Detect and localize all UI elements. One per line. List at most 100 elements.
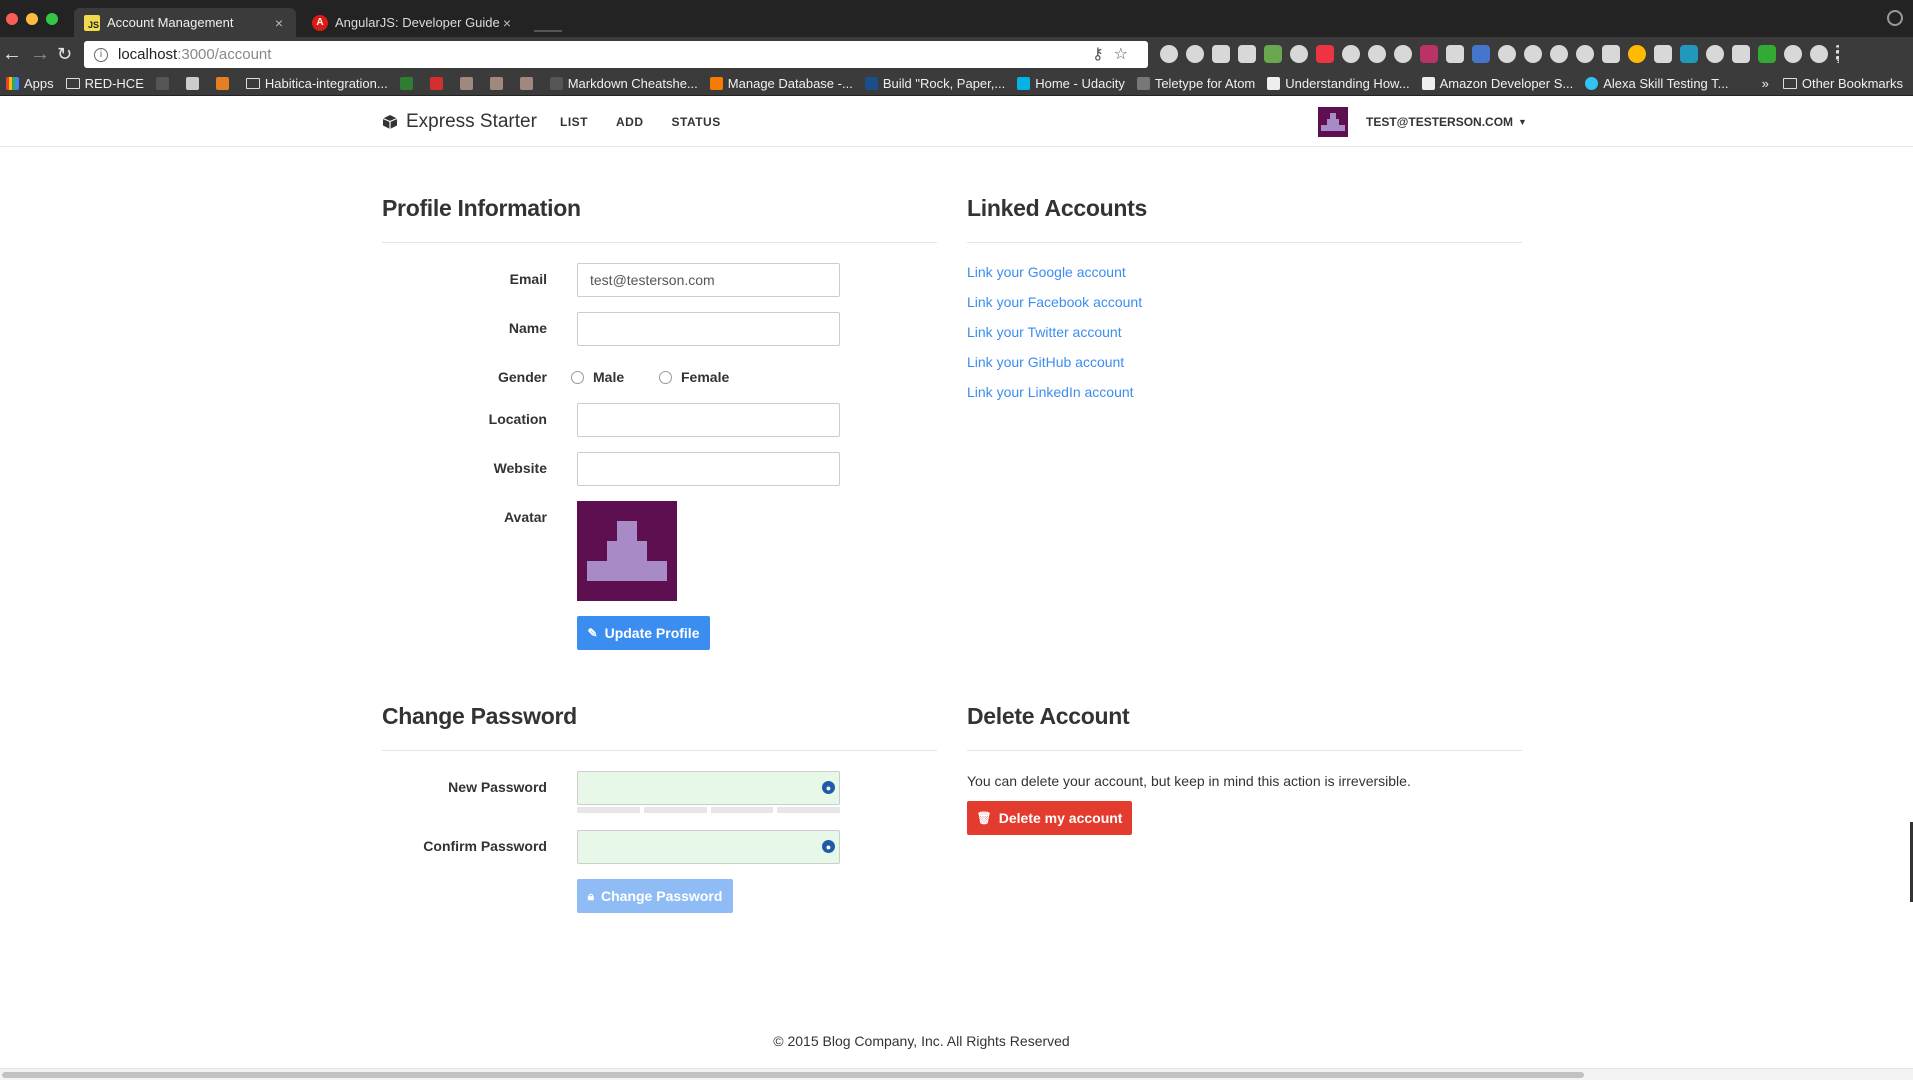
brand-link[interactable]: Express Starter <box>382 111 537 133</box>
bookmark-icon-only[interactable] <box>215 77 234 90</box>
browser-profile-icon[interactable] <box>1887 10 1903 26</box>
bookmark-udacity[interactable]: Home - Udacity <box>1017 76 1125 91</box>
bookmark-icon-only[interactable] <box>429 77 448 90</box>
minimize-window-button[interactable] <box>26 13 38 25</box>
extension-icon[interactable] <box>1654 45 1672 63</box>
radio-circle[interactable] <box>659 370 672 384</box>
extension-icon[interactable] <box>1472 45 1490 63</box>
close-window-button[interactable] <box>6 13 18 25</box>
extension-icon[interactable] <box>1368 45 1386 63</box>
extension-icon[interactable] <box>1238 45 1256 63</box>
bookmark-label: Alexa Skill Testing T... <box>1603 76 1729 91</box>
extension-icon[interactable] <box>1212 45 1230 63</box>
extension-icon[interactable] <box>1758 45 1776 63</box>
bookmark-understanding[interactable]: Understanding How... <box>1267 76 1410 91</box>
website-field[interactable] <box>577 452 840 486</box>
extension-icon[interactable] <box>1628 45 1646 63</box>
bookmark-icon-only[interactable] <box>459 77 478 90</box>
extension-icon[interactable] <box>1784 45 1802 63</box>
link-google-account[interactable]: Link your Google account <box>967 264 1126 280</box>
close-tab-icon[interactable]: × <box>500 15 514 31</box>
maximize-window-button[interactable] <box>46 13 58 25</box>
bookmark-icon-only[interactable] <box>489 77 508 90</box>
address-bar[interactable]: i localhost:3000/account ⚷☆ <box>84 41 1148 68</box>
bookmark-icon-only[interactable] <box>155 77 174 90</box>
lock-icon <box>185 77 199 90</box>
extension-icon[interactable] <box>1576 45 1594 63</box>
nav-link-add[interactable]: ADD <box>616 115 644 129</box>
bookmark-star-icon[interactable]: ⚷☆ <box>1092 44 1138 64</box>
location-field[interactable] <box>577 403 840 437</box>
bookmark-icon-only[interactable] <box>399 77 418 90</box>
gender-label: Gender <box>497 369 547 385</box>
link-facebook-account[interactable]: Link your Facebook account <box>967 294 1142 310</box>
password-manager-icon[interactable]: ● <box>822 840 835 853</box>
radio-circle[interactable] <box>571 370 584 384</box>
password-section-title: Change Password <box>382 703 577 729</box>
bookmark-markdown[interactable]: Markdown Cheatshe... <box>549 76 698 91</box>
link-github-account[interactable]: Link your GitHub account <box>967 354 1124 370</box>
name-field[interactable] <box>577 312 840 346</box>
gender-radio-male[interactable]: Male <box>571 369 624 385</box>
browser-toolbar: ← → ↻ i localhost:3000/account ⚷☆ <box>0 37 1913 72</box>
extension-icon[interactable] <box>1316 45 1334 63</box>
bookmarks-overflow-button[interactable]: » <box>1762 76 1769 91</box>
new-password-field[interactable] <box>577 771 840 805</box>
link-twitter-account[interactable]: Link your Twitter account <box>967 324 1122 340</box>
location-label: Location <box>488 411 547 427</box>
password-manager-icon[interactable]: ● <box>822 781 835 794</box>
extension-icon[interactable] <box>1602 45 1620 63</box>
extension-icon[interactable] <box>1160 45 1178 63</box>
new-tab-button[interactable] <box>534 23 562 32</box>
extension-icon[interactable] <box>1420 45 1438 63</box>
extension-icon[interactable] <box>1680 45 1698 63</box>
other-bookmarks[interactable]: Other Bookmarks <box>1782 76 1903 91</box>
extension-icon[interactable] <box>1810 45 1828 63</box>
delete-account-button[interactable]: 🗑︎ Delete my account <box>967 801 1132 835</box>
tab-account-management[interactable]: JS Account Management × <box>74 8 296 37</box>
extension-icon[interactable] <box>1394 45 1412 63</box>
gender-radio-female[interactable]: Female <box>659 369 729 385</box>
extension-icon[interactable] <box>1706 45 1724 63</box>
bookmark-icon-only[interactable] <box>519 77 538 90</box>
extension-icon[interactable] <box>1290 45 1308 63</box>
github-icon <box>549 77 563 90</box>
tab-angularjs-guide[interactable]: A AngularJS: Developer Guide: F × <box>302 8 524 37</box>
extension-icon[interactable] <box>1186 45 1204 63</box>
user-dropdown[interactable]: TEST@TESTERSON.COM ▼ <box>1318 107 1527 137</box>
update-profile-button[interactable]: ✎ Update Profile <box>577 616 710 650</box>
extension-icon[interactable] <box>1446 45 1464 63</box>
atom-icon <box>1136 77 1150 90</box>
bookmark-build[interactable]: Build "Rock, Paper,... <box>864 76 1005 91</box>
nav-link-status[interactable]: STATUS <box>672 115 721 129</box>
back-arrow-icon[interactable]: ← <box>2 43 22 65</box>
scrollbar-thumb[interactable] <box>2 1072 1584 1078</box>
reload-icon[interactable]: ↻ <box>57 43 72 65</box>
extension-icon[interactable] <box>1550 45 1568 63</box>
horizontal-scrollbar[interactable] <box>0 1068 1913 1080</box>
extension-icon[interactable] <box>1732 45 1750 63</box>
bookmark-icon-only[interactable] <box>185 77 204 90</box>
extension-icon[interactable] <box>1264 45 1282 63</box>
bookmark-folder[interactable]: RED-HCE <box>65 76 144 91</box>
bookmark-apps[interactable]: Apps <box>6 76 54 91</box>
email-field[interactable] <box>577 263 840 297</box>
change-password-button[interactable]: 🔒︎ Change Password <box>577 879 733 913</box>
extension-icon[interactable] <box>1524 45 1542 63</box>
browser-menu-icon[interactable] <box>1836 45 1840 63</box>
bookmark-teletype[interactable]: Teletype for Atom <box>1136 76 1255 91</box>
link-linkedin-account[interactable]: Link your LinkedIn account <box>967 384 1134 400</box>
bookmark-amazon-developer[interactable]: Amazon Developer S... <box>1421 76 1573 91</box>
forward-arrow-icon[interactable]: → <box>30 43 50 65</box>
delete-account-label: Delete my account <box>998 810 1123 826</box>
bookmark-folder[interactable]: Habitica-integration... <box>245 76 388 91</box>
confirm-password-field[interactable] <box>577 830 840 864</box>
nav-link-list[interactable]: LIST <box>560 115 588 129</box>
close-tab-icon[interactable]: × <box>272 15 286 31</box>
extension-icon[interactable] <box>1342 45 1360 63</box>
database-icon <box>709 77 723 90</box>
extension-icon[interactable] <box>1498 45 1516 63</box>
bookmark-alexa[interactable]: Alexa Skill Testing T... <box>1585 76 1729 91</box>
bookmark-manage-database[interactable]: Manage Database -... <box>709 76 853 91</box>
site-info-icon[interactable]: i <box>94 47 108 62</box>
